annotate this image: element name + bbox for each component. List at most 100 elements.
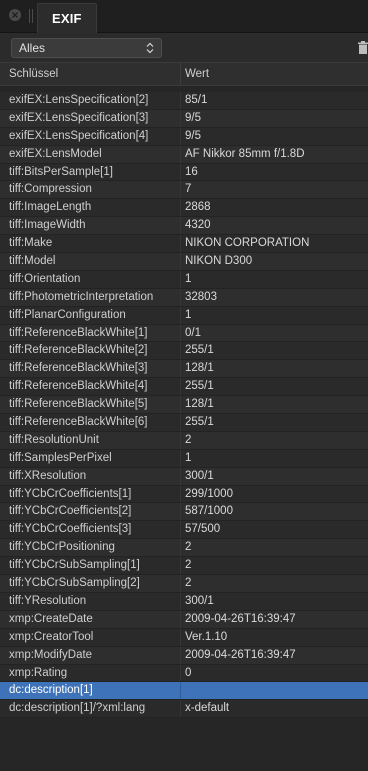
table-row[interactable]: tiff:ReferenceBlackWhite[5] 128/1 [0, 396, 368, 415]
row-value[interactable]: 7 [185, 181, 365, 199]
row-value[interactable]: x-default [185, 700, 365, 718]
table-row[interactable]: exifEX:LensSpecification[2] 85/1 [0, 92, 368, 110]
column-header-value[interactable]: Wert [185, 68, 209, 80]
row-value[interactable]: 16 [185, 164, 365, 182]
trash-icon[interactable] [358, 41, 368, 54]
row-value[interactable]: 2 [185, 539, 365, 557]
drag-grip-icon[interactable] [29, 9, 33, 23]
row-value[interactable]: 4320 [185, 217, 365, 235]
table-row[interactable]: tiff:Make NIKON CORPORATION [0, 235, 368, 254]
column-divider [180, 396, 181, 414]
row-value[interactable]: 2868 [185, 199, 365, 217]
table-row[interactable]: tiff:PhotometricInterpretation 32803 [0, 288, 368, 307]
table-row[interactable]: tiff:YResolution 300/1 [0, 592, 368, 611]
table-row[interactable]: tiff:ReferenceBlackWhite[6] 255/1 [0, 414, 368, 432]
table-header: Schlüssel Wert [0, 62, 368, 86]
row-key: tiff:YCbCrCoefficients[2] [9, 505, 132, 518]
row-key: tiff:ReferenceBlackWhite[6] [9, 416, 148, 429]
table-row[interactable]: tiff:YCbCrSubSampling[2] 2 [0, 575, 368, 593]
row-value[interactable]: 128/1 [185, 396, 365, 414]
table-row[interactable]: tiff:ImageLength 2868 [0, 199, 368, 218]
row-value[interactable]: 2 [185, 557, 365, 575]
row-value[interactable]: Ver.1.10 [185, 629, 365, 647]
row-key: tiff:ReferenceBlackWhite[4] [9, 380, 148, 393]
table-row[interactable]: tiff:ImageWidth 4320 [0, 217, 368, 236]
row-value[interactable]: 128/1 [185, 360, 365, 378]
column-divider [180, 163, 181, 181]
column-divider [180, 449, 181, 467]
table-row[interactable]: tiff:YCbCrCoefficients[1] 299/1000 [0, 485, 368, 504]
row-value[interactable]: 9/5 [185, 110, 365, 128]
table-row[interactable]: tiff:YCbCrSubSampling[1] 2 [0, 557, 368, 576]
row-value[interactable]: 0 [185, 665, 365, 683]
table-row[interactable]: tiff:ReferenceBlackWhite[4] 255/1 [0, 378, 368, 397]
table-row[interactable]: tiff:ResolutionUnit 2 [0, 431, 368, 450]
table-row-selected[interactable]: dc:description[1] [0, 682, 368, 701]
column-divider [180, 217, 181, 235]
table-row[interactable]: tiff:Orientation 1 [0, 270, 368, 289]
column-divider [180, 288, 181, 306]
row-value[interactable]: 300/1 [185, 468, 365, 486]
table-row[interactable]: tiff:Compression 7 [0, 181, 368, 200]
row-value[interactable]: 57/500 [185, 521, 365, 539]
row-value[interactable]: 1 [185, 450, 365, 468]
row-value[interactable]: 2009-04-26T16:39:47 [185, 611, 365, 629]
table-row[interactable]: exifEX:LensSpecification[3] 9/5 [0, 109, 368, 128]
row-value[interactable]: NIKON CORPORATION [185, 235, 365, 253]
column-header-key[interactable]: Schlüssel [9, 68, 58, 80]
row-value[interactable]: 32803 [185, 289, 365, 307]
tab-exif[interactable]: EXIF [37, 3, 97, 33]
table-row[interactable]: tiff:ReferenceBlackWhite[2] 255/1 [0, 342, 368, 361]
table-row[interactable]: tiff:ReferenceBlackWhite[3] 128/1 [0, 360, 368, 379]
row-value[interactable]: 1 [185, 271, 365, 289]
column-divider[interactable] [180, 63, 181, 86]
column-divider [180, 378, 181, 396]
table-row[interactable]: dc:description[1]/?xml:lang x-default [0, 700, 368, 719]
filter-dropdown[interactable]: Alles [11, 38, 162, 58]
row-key: tiff:YCbCrSubSampling[1] [9, 559, 140, 572]
row-key: tiff:Model [9, 255, 56, 268]
row-value[interactable]: 0/1 [185, 325, 365, 343]
table-row[interactable]: exifEX:LensSpecification[4] 9/5 [0, 127, 368, 146]
table-row[interactable]: tiff:YCbCrCoefficients[3] 57/500 [0, 521, 368, 540]
row-value[interactable]: 2 [185, 575, 365, 593]
row-key: tiff:YResolution [9, 594, 87, 607]
table-row[interactable]: tiff:ReferenceBlackWhite[1] 0/1 [0, 324, 368, 343]
row-key: tiff:ReferenceBlackWhite[5] [9, 398, 148, 411]
row-key: tiff:PhotometricInterpretation [9, 290, 154, 303]
table-row[interactable]: xmp:CreateDate 2009-04-26T16:39:47 [0, 610, 368, 629]
row-value[interactable]: 85/1 [185, 92, 365, 110]
row-value[interactable]: 1 [185, 307, 365, 325]
up-down-chevron-icon [146, 42, 154, 54]
row-value[interactable]: 299/1000 [185, 486, 365, 504]
column-divider [180, 557, 181, 575]
row-key: tiff:Compression [9, 183, 92, 196]
table-row[interactable]: tiff:SamplesPerPixel 1 [0, 449, 368, 468]
row-value[interactable]: NIKON D300 [185, 253, 365, 271]
row-value[interactable]: AF Nikkor 85mm f/1.8D [185, 146, 365, 164]
row-value[interactable]: 300/1 [185, 593, 365, 611]
row-value[interactable]: 9/5 [185, 128, 365, 146]
row-value[interactable]: 255/1 [185, 378, 365, 396]
table-row[interactable]: tiff:Model NIKON D300 [0, 253, 368, 271]
column-divider [180, 145, 181, 163]
row-key: tiff:Orientation [9, 272, 81, 285]
column-divider [180, 270, 181, 288]
close-icon[interactable] [9, 9, 21, 21]
row-value[interactable]: 255/1 [185, 414, 365, 432]
row-value[interactable]: 255/1 [185, 342, 365, 360]
filter-dropdown-value: Alles [19, 41, 46, 55]
row-value[interactable]: 2009-04-26T16:39:47 [185, 647, 365, 665]
table-row[interactable]: tiff:YCbCrPositioning 2 [0, 539, 368, 558]
table-row[interactable]: tiff:PlanarConfiguration 1 [0, 306, 368, 325]
row-value[interactable]: 587/1000 [185, 503, 365, 521]
table-row[interactable]: xmp:ModifyDate 2009-04-26T16:39:47 [0, 646, 368, 665]
table-row[interactable]: tiff:BitsPerSample[1] 16 [0, 163, 368, 182]
panel-toolbar: Alles [0, 33, 368, 62]
table-row[interactable]: tiff:YCbCrCoefficients[2] 587/1000 [0, 503, 368, 522]
row-value[interactable]: 2 [185, 432, 365, 450]
table-row[interactable]: exifEX:LensModel AF Nikkor 85mm f/1.8D [0, 145, 368, 164]
table-row[interactable]: xmp:Rating 0 [0, 664, 368, 683]
table-row[interactable]: tiff:XResolution 300/1 [0, 467, 368, 486]
table-row[interactable]: xmp:CreatorTool Ver.1.10 [0, 628, 368, 647]
